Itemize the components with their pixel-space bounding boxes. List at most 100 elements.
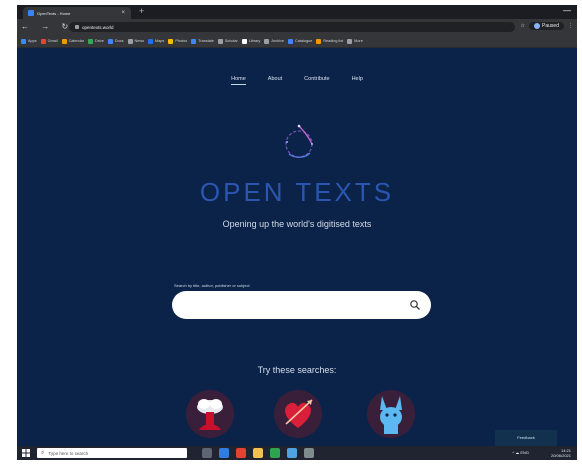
bookmark-icon (168, 38, 174, 44)
bookmark-item[interactable]: Photos (168, 38, 188, 44)
taskbar-search[interactable]: ⌕ Type here to search (37, 448, 187, 458)
bookmark-item[interactable]: Maps (148, 38, 165, 44)
bookmark-item[interactable]: Calendar (61, 38, 84, 44)
bookmark-icon (288, 38, 293, 44)
star-icon[interactable]: ☆ (521, 23, 525, 29)
taskbar-search-placeholder: Type here to search (48, 450, 89, 456)
bookmark-item[interactable]: Docs (107, 38, 124, 44)
screen: OpenTexts - Home × + — ← → ↻ opentexts.w… (17, 5, 577, 460)
avatar (534, 23, 541, 29)
address-bar: ← → ↻ opentexts.world ☆ Paused ⋮ (17, 19, 577, 35)
bookmark-icon (127, 38, 133, 44)
browser-tab[interactable]: OpenTexts - Home × (23, 7, 131, 19)
bookmark-icon (21, 38, 26, 44)
tab-title: OpenTexts - Home (37, 10, 71, 16)
page-content: Home About Contribute Help OPEN TEXTS Openi… (17, 48, 577, 446)
profile-button[interactable]: Paused (529, 22, 564, 30)
bookmark-label: Photos (175, 39, 188, 43)
system-tray-icons[interactable]: ^ ☁ ENG (512, 450, 529, 455)
favicon-icon (28, 10, 34, 16)
bookmark-label: Catalogue (295, 39, 313, 43)
taskbar: ⌕ Type here to search ^ ☁ ENG 14:21 20/0… (17, 446, 577, 460)
feature-mushroom-cloud[interactable] (186, 390, 234, 438)
taskbar-app-icon[interactable] (253, 448, 263, 458)
lock-icon (75, 25, 79, 29)
taskbar-apps (202, 448, 314, 458)
mushroom-cloud-icon (197, 399, 223, 430)
try-searches-heading: Try these searches: (257, 365, 337, 375)
bookmark-label: Scholar (224, 39, 238, 43)
bookmark-item[interactable]: News (127, 38, 145, 44)
feature-blue-rabbit[interactable] (367, 390, 415, 438)
search-icon: ⌕ (41, 449, 45, 456)
nav-home[interactable]: Home (231, 76, 246, 85)
brand-title: OPEN TEXTS (199, 177, 395, 207)
site-nav: Home About Contribute Help (17, 67, 577, 85)
nav-about[interactable]: About (268, 76, 282, 84)
url-input[interactable]: opentexts.world (69, 22, 515, 32)
clock[interactable]: 14:21 20/06/2021 (551, 448, 571, 458)
url-text: opentexts.world (82, 24, 114, 30)
new-tab-button[interactable]: + (139, 6, 144, 16)
taskbar-app-icon[interactable] (270, 448, 280, 458)
bookmark-label: Reading list (323, 39, 344, 43)
bookmark-label: Translate (198, 39, 214, 43)
bookmark-item[interactable]: Scholar (217, 38, 238, 44)
bookmark-label: Apps (28, 39, 37, 43)
bookmark-icon (40, 38, 46, 44)
bookmark-item[interactable]: More (347, 38, 363, 44)
windows-start-icon[interactable] (22, 449, 30, 457)
bookmark-icon (148, 38, 154, 44)
taskbar-app-icon[interactable] (219, 448, 229, 458)
bookmark-icon (191, 38, 197, 44)
nav-help[interactable]: Help (352, 76, 363, 84)
search-box (172, 291, 431, 319)
bookmark-icon (241, 38, 247, 44)
bookmark-label: Gmail (47, 39, 58, 43)
bookmark-icon (107, 38, 113, 44)
clock-date: 20/06/2021 (550, 453, 571, 458)
menu-icon[interactable]: ⋮ (568, 23, 573, 29)
rabbit-icon (380, 396, 402, 434)
bookmark-item[interactable]: Gmail (40, 38, 58, 44)
feature-heart-arrow[interactable] (274, 390, 322, 438)
bookmark-item[interactable]: Catalogue (288, 38, 313, 44)
bookmark-item[interactable]: Reading list (316, 38, 344, 44)
bookmark-label: Archive (271, 39, 284, 43)
tagline: Opening up the world's digitised texts (222, 219, 372, 229)
nav-contribute[interactable]: Contribute (304, 76, 329, 84)
bookmark-icon (264, 38, 270, 44)
bookmark-label: Docs (114, 39, 124, 43)
bookmark-icon (316, 38, 322, 44)
taskbar-app-icon[interactable] (202, 448, 212, 458)
feedback-button[interactable]: Feedback (495, 430, 557, 446)
taskbar-app-icon[interactable] (304, 448, 314, 458)
navigation-icons[interactable]: ← → ↻ (21, 22, 73, 31)
bookmark-item[interactable]: Library (241, 38, 261, 44)
bookmark-label: More (354, 39, 363, 43)
toolbar-right: ☆ Paused ⋮ (521, 22, 573, 30)
bookmark-item[interactable]: Apps (21, 38, 37, 44)
search-input[interactable] (184, 297, 408, 315)
bookmark-label: Library (248, 39, 261, 43)
profile-label: Paused (542, 23, 559, 29)
close-icon[interactable]: × (121, 10, 125, 16)
bookmark-label: Drive (95, 39, 104, 43)
bookmark-label: Maps (155, 39, 165, 43)
search-label: Search by title, author, publisher or su… (174, 283, 250, 288)
bookmarks-bar: Apps Gmail Calendar Drive Docs News Maps Photos… (17, 35, 577, 48)
taskbar-app-icon[interactable] (287, 448, 297, 458)
bookmark-item[interactable]: Drive (88, 38, 104, 44)
heart-arrow-icon (285, 399, 313, 428)
taskbar-app-icon[interactable] (236, 448, 246, 458)
search-icon[interactable] (409, 299, 421, 311)
bookmark-label: News (134, 39, 145, 43)
bookmark-icon (217, 38, 223, 44)
bookmark-icon (61, 38, 67, 44)
bookmark-label: Calendar (68, 39, 84, 43)
opentexts-logo-icon (285, 124, 313, 158)
minimize-button[interactable]: — (563, 6, 571, 15)
bookmark-item[interactable]: Translate (191, 38, 214, 44)
browser-tabstrip: OpenTexts - Home × + — (17, 5, 577, 19)
bookmark-item[interactable]: Archive (264, 38, 284, 44)
